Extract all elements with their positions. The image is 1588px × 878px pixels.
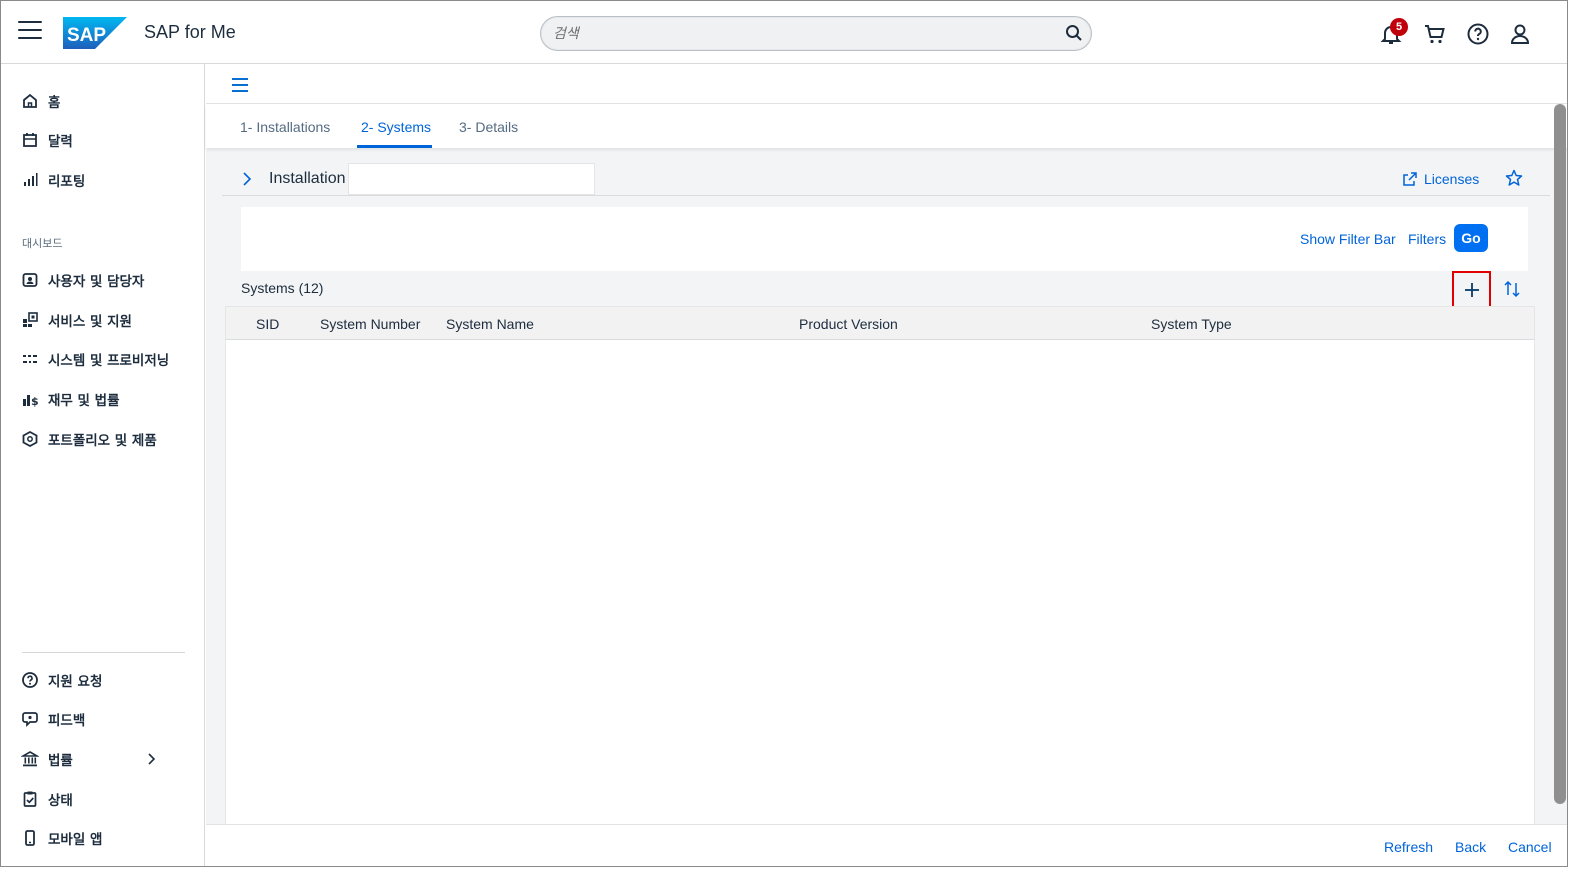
search-bar[interactable] xyxy=(540,16,1092,51)
nav-item-calendar[interactable]: 달력 xyxy=(21,128,191,152)
nav-label: 사용자 및 담당자 xyxy=(48,274,145,290)
sort-icon[interactable] xyxy=(1502,279,1522,299)
back-button[interactable]: Back xyxy=(1455,839,1486,855)
nav-label: 모바일 앱 xyxy=(48,832,103,848)
finance-icon: $ xyxy=(23,395,39,408)
column-header-sid[interactable]: SID xyxy=(256,316,279,332)
search-input[interactable] xyxy=(553,23,1053,45)
app-window: SAP SAP for Me 5 홈 xyxy=(0,0,1568,867)
feedback-icon xyxy=(22,712,38,728)
installation-header: Installation Licenses xyxy=(222,160,1550,196)
svg-text:$: $ xyxy=(31,395,39,408)
installation-field[interactable] xyxy=(348,163,595,195)
nav-section-dashboard: 대시보드 xyxy=(22,237,63,250)
nav-label: 지원 요청 xyxy=(48,674,103,690)
calendar-icon xyxy=(23,133,37,147)
scrollbar[interactable] xyxy=(1554,104,1566,804)
filters-button[interactable]: Filters xyxy=(1408,231,1446,247)
cancel-button[interactable]: Cancel xyxy=(1508,839,1552,855)
nav-item-services-support[interactable]: 서비스 및 지원 xyxy=(21,308,191,332)
tab-bar: 1- Installations 2- Systems 3- Details xyxy=(206,104,1567,148)
cart-icon[interactable] xyxy=(1423,22,1447,46)
licenses-label: Licenses xyxy=(1424,171,1480,187)
nav-label: 리포팅 xyxy=(48,174,86,190)
refresh-button[interactable]: Refresh xyxy=(1384,839,1433,855)
svg-text:SAP: SAP xyxy=(67,25,106,46)
external-link-icon xyxy=(1403,172,1417,186)
nav-item-portfolio-products[interactable]: 포트폴리오 및 제품 xyxy=(21,427,191,451)
nav-label: 달력 xyxy=(48,134,73,150)
tab-systems[interactable]: 2- Systems xyxy=(361,119,431,135)
table-toolbar: Systems (12) xyxy=(241,271,1535,309)
nav-label: 재무 및 법률 xyxy=(48,393,120,409)
search-icon[interactable] xyxy=(1065,24,1083,47)
plus-icon xyxy=(1464,283,1479,297)
nav-item-feedback[interactable]: 피드백 xyxy=(21,707,191,731)
menu-icon[interactable] xyxy=(18,21,42,43)
column-header-system-type[interactable]: System Type xyxy=(1151,316,1232,332)
nav-label: 상태 xyxy=(48,793,73,809)
mobile-icon xyxy=(25,830,35,846)
column-header-system-name[interactable]: System Name xyxy=(446,316,534,332)
chevron-right-icon[interactable] xyxy=(242,172,252,186)
nav-item-systems-provisioning[interactable]: 시스템 및 프로비저닝 xyxy=(21,347,191,371)
tab-details[interactable]: 3- Details xyxy=(459,119,518,135)
column-header-system-number[interactable]: System Number xyxy=(320,316,420,332)
home-icon xyxy=(23,93,37,108)
active-tab-indicator xyxy=(357,145,432,148)
installation-label: Installation xyxy=(269,170,346,187)
show-filter-bar-button[interactable]: Show Filter Bar xyxy=(1300,231,1396,247)
nav-item-mobile-app[interactable]: 모바일 앱 xyxy=(21,826,191,850)
bar-chart-icon xyxy=(24,173,38,186)
tab-installations[interactable]: 1- Installations xyxy=(240,119,330,135)
chevron-right-icon[interactable] xyxy=(146,753,156,765)
nav-item-finance-legal[interactable]: $ 재무 및 법률 xyxy=(21,387,191,411)
sap-logo[interactable]: SAP xyxy=(63,17,127,54)
nav-item-reporting[interactable]: 리포팅 xyxy=(21,168,191,192)
go-button[interactable]: Go xyxy=(1454,224,1488,252)
notification-badge: 5 xyxy=(1390,18,1408,36)
star-icon[interactable] xyxy=(1505,169,1523,187)
nav-label: 홈 xyxy=(48,95,61,111)
systems-icon xyxy=(23,355,37,363)
table-title: Systems (12) xyxy=(241,280,324,296)
main-content: 1- Installations 2- Systems 3- Details I… xyxy=(206,64,1567,866)
product-icon xyxy=(22,430,38,448)
clipboard-check-icon xyxy=(23,791,37,807)
add-system-button[interactable] xyxy=(1452,271,1491,309)
nav-item-legal[interactable]: 법률 xyxy=(21,747,191,771)
shell-header: SAP SAP for Me 5 xyxy=(1,1,1567,64)
services-icon xyxy=(23,312,38,327)
help-icon[interactable] xyxy=(1466,22,1490,46)
nav-label: 서비스 및 지원 xyxy=(48,314,132,330)
contacts-icon xyxy=(22,273,38,287)
footer-toolbar: Refresh Back Cancel xyxy=(206,824,1567,866)
filter-panel: Show Filter Bar Filters Go xyxy=(241,207,1528,271)
nav-label: 피드백 xyxy=(48,713,86,729)
sub-toolbar xyxy=(206,64,1567,104)
licenses-link[interactable]: Licenses xyxy=(1402,171,1479,187)
nav-divider xyxy=(22,652,185,653)
help-circle-icon xyxy=(22,672,38,688)
nav-label: 포트폴리오 및 제품 xyxy=(48,433,157,449)
nav-item-users-contacts[interactable]: 사용자 및 담당자 xyxy=(21,268,191,292)
nav-item-home[interactable]: 홈 xyxy=(21,89,191,113)
bank-icon xyxy=(21,751,39,767)
table-header: SID System Number System Name Product Ve… xyxy=(226,307,1534,340)
nav-item-status[interactable]: 상태 xyxy=(21,787,191,811)
nav-item-support-request[interactable]: 지원 요청 xyxy=(21,668,191,692)
menu-icon[interactable] xyxy=(232,78,248,96)
nav-label: 시스템 및 프로비저닝 xyxy=(48,353,170,369)
column-header-product-version[interactable]: Product Version xyxy=(799,316,898,332)
user-icon[interactable] xyxy=(1508,22,1532,46)
nav-label: 법률 xyxy=(48,753,73,769)
side-navigation: 홈 달력 리포팅 대시보드 사용자 및 담당자 서비스 및 지원 시스템 및 프… xyxy=(1,64,205,866)
systems-table: SID System Number System Name Product Ve… xyxy=(225,306,1535,826)
app-title: SAP for Me xyxy=(144,22,236,42)
